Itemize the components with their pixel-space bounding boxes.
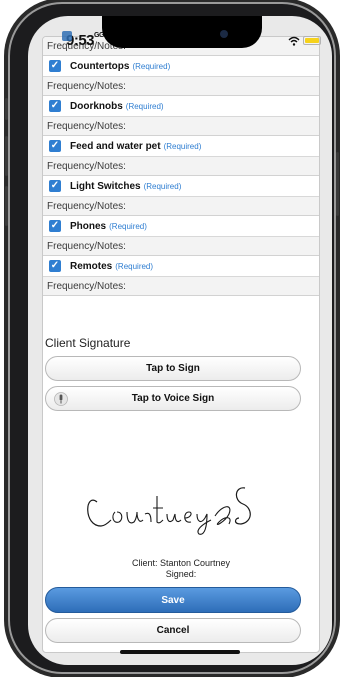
tap-to-sign-button[interactable]: Tap to Sign	[45, 356, 301, 381]
side-button-volume-down	[5, 186, 8, 226]
frequency-notes-row[interactable]: Frequency/Notes:	[43, 77, 319, 96]
task-name: Light Switches	[70, 180, 141, 192]
required-label: (Required)	[109, 221, 147, 231]
cancel-button[interactable]: Cancel	[45, 618, 301, 643]
task-row-doorknobs[interactable]: ✓ Doorknobs (Required)	[43, 96, 319, 117]
client-name-label: Client: Stanton Courtney	[131, 558, 231, 568]
frequency-notes-row[interactable]: Frequency/Notes:	[43, 117, 319, 136]
required-label: (Required)	[115, 261, 154, 271]
voice-sign-label: Tap to Voice Sign	[131, 393, 215, 404]
wifi-icon	[288, 36, 300, 46]
frequency-notes-row[interactable]: Frequency/Notes:	[43, 197, 319, 216]
checkbox-checked-icon[interactable]: ✓	[49, 220, 61, 232]
task-name: Doorknobs	[70, 100, 123, 112]
frequency-notes-row[interactable]: Frequency/Notes:	[43, 157, 319, 176]
battery-icon	[303, 36, 321, 45]
frequency-notes-row[interactable]: Frequency/Notes:	[43, 277, 319, 296]
notch	[102, 16, 262, 48]
save-button[interactable]: Save	[45, 587, 301, 613]
phone-screen: 9:53GG Frequency/Notes: ✓ Countertops (R…	[28, 16, 332, 665]
signed-label: Signed:	[165, 569, 197, 579]
task-checklist: Frequency/Notes: ✓ Countertops (Required…	[43, 37, 319, 296]
checkbox-checked-icon[interactable]: ✓	[49, 140, 61, 152]
task-name: Countertops	[70, 60, 130, 72]
front-camera-icon	[220, 30, 228, 38]
required-label: (Required)	[163, 141, 202, 151]
side-button-mute	[5, 98, 8, 120]
save-label: Save	[161, 594, 185, 606]
checkbox-checked-icon[interactable]: ✓	[49, 100, 61, 112]
side-button-volume-up	[5, 136, 8, 176]
task-row-remotes[interactable]: ✓ Remotes (Required)	[43, 256, 319, 277]
checkbox-checked-icon[interactable]: ✓	[49, 60, 61, 72]
required-label: (Required)	[132, 61, 171, 71]
phone-frame: 9:53GG Frequency/Notes: ✓ Countertops (R…	[5, 2, 339, 674]
app-badge-icon	[62, 31, 72, 41]
task-name: Remotes	[70, 260, 113, 272]
required-label: (Required)	[143, 181, 182, 191]
task-name: Feed and water pet	[70, 140, 161, 152]
task-row-countertops[interactable]: ✓ Countertops (Required)	[43, 56, 319, 77]
tap-to-sign-label: Tap to Sign	[146, 363, 200, 374]
checkbox-checked-icon[interactable]: ✓	[49, 180, 61, 192]
checkbox-checked-icon[interactable]: ✓	[49, 260, 61, 272]
client-signature-heading: Client Signature	[45, 336, 131, 350]
required-label: (Required)	[125, 101, 164, 111]
cancel-label: Cancel	[156, 625, 190, 636]
task-row-feed-pet[interactable]: ✓ Feed and water pet (Required)	[43, 136, 319, 157]
task-name: Phones	[70, 220, 107, 232]
task-row-light-switches[interactable]: ✓ Light Switches (Required)	[43, 176, 319, 197]
task-form: Frequency/Notes: ✓ Countertops (Required…	[42, 36, 320, 653]
frequency-notes-row[interactable]: Frequency/Notes:	[43, 237, 319, 256]
task-row-phones[interactable]: ✓ Phones (Required)	[43, 216, 319, 237]
home-indicator[interactable]	[120, 650, 240, 654]
handwritten-signature	[87, 487, 251, 535]
side-button-power	[336, 152, 339, 216]
voice-sign-button[interactable]: Tap to Voice Sign	[45, 386, 301, 411]
signature-image	[57, 430, 291, 540]
microphone-icon	[54, 392, 68, 406]
battery-fill	[305, 38, 319, 43]
